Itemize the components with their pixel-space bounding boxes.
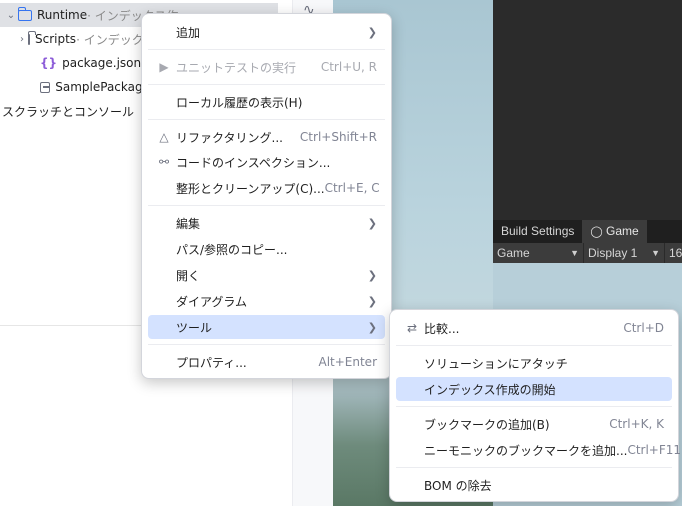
tab-game[interactable]: ◯ Game xyxy=(582,220,647,243)
json-braces-icon: {} xyxy=(40,56,58,70)
tree-item-sample-package[interactable]: SamplePackage xyxy=(0,75,150,99)
tree-item-sublabel: · インデックス xyxy=(76,32,150,47)
unity-tab-bar: Build Settings ◯ Game xyxy=(493,220,682,243)
chevron-right-icon: ❯ xyxy=(367,268,377,282)
menu-item-add[interactable]: 追加 ❯ xyxy=(148,20,385,44)
dropdown-arrow-icon: ▼ xyxy=(651,248,660,258)
menu-item-open[interactable]: 開く ❯ xyxy=(148,263,385,287)
tree-item-scratches[interactable]: スクラッチとコンソール xyxy=(0,99,150,123)
menu-separator xyxy=(148,84,385,85)
tools-submenu: ⇄ 比較... Ctrl+D ソリューションにアタッチ インデックス作成の開始 … xyxy=(389,309,681,502)
menu-separator xyxy=(396,345,672,346)
folder-icon xyxy=(28,30,36,45)
refactor-triangle-icon: △ xyxy=(159,130,169,144)
game-dropdown[interactable]: Game ▼ xyxy=(493,243,584,263)
chevron-right-icon[interactable]: › xyxy=(20,34,24,45)
menu-item-properties[interactable]: プロパティ... Alt+Enter xyxy=(148,350,385,374)
game-view-toolbar: Game ▼ Display 1 ▼ 16 xyxy=(493,243,682,263)
dropdown-arrow-icon: ▼ xyxy=(570,248,579,258)
chevron-right-icon: ❯ xyxy=(367,320,377,334)
menu-item-copy-path[interactable]: パス/参照のコピー... xyxy=(148,237,385,261)
menu-item-cleanup[interactable]: 整形とクリーンアップ(C)... Ctrl+E, C xyxy=(148,176,385,200)
tree-item-scripts[interactable]: › Scripts · インデックス xyxy=(0,27,150,51)
tree-item-package-json[interactable]: {} package.json · イ xyxy=(0,51,150,75)
menu-item-compare[interactable]: ⇄ 比較... Ctrl+D xyxy=(396,316,672,340)
tab-game-label: Game xyxy=(606,224,639,238)
menu-item-remove-bom[interactable]: BOM の除去 xyxy=(396,473,672,497)
chevron-right-icon: ❯ xyxy=(367,294,377,308)
menu-item-tools[interactable]: ツール ❯ xyxy=(148,315,385,339)
menu-separator xyxy=(148,119,385,120)
menu-item-edit[interactable]: 編集 ❯ xyxy=(148,211,385,235)
display-dropdown-label: Display 1 xyxy=(588,246,638,260)
resolution-dropdown-label: 16 xyxy=(669,246,682,260)
tab-build-settings[interactable]: Build Settings xyxy=(493,220,582,243)
play-icon: ▶ xyxy=(159,60,169,74)
inspection-bug-icon: ⚯ xyxy=(158,155,170,169)
resolution-dropdown[interactable]: 16 xyxy=(665,243,682,263)
display-dropdown[interactable]: Display 1 ▼ xyxy=(584,243,665,263)
compare-arrows-icon: ⇄ xyxy=(406,321,418,335)
tree-item-label: Runtime xyxy=(37,8,88,22)
tree-item-label: スクラッチとコンソール xyxy=(2,104,135,119)
game-dropdown-label: Game xyxy=(497,246,530,260)
tree-item-label: Scripts xyxy=(35,32,77,46)
context-menu: 追加 ❯ ▶ ユニットテストの実行 Ctrl+U, R ローカル履歴の表示(H)… xyxy=(141,13,392,379)
menu-separator xyxy=(148,49,385,50)
menu-item-code-inspection[interactable]: ⚯ コードのインスペクション... xyxy=(148,150,385,174)
menu-item-add-mnemonic-bookmark[interactable]: ニーモニックのブックマークを追加... Ctrl+F11 xyxy=(396,438,681,462)
menu-separator xyxy=(148,205,385,206)
menu-item-start-indexing[interactable]: インデックス作成の開始 xyxy=(396,377,672,401)
chevron-down-icon[interactable]: ⌄ xyxy=(4,10,18,21)
chevron-right-icon: ❯ xyxy=(367,216,377,230)
menu-item-refactoring[interactable]: △ リファクタリング... Ctrl+Shift+R xyxy=(148,125,385,149)
menu-separator xyxy=(396,467,672,468)
menu-item-local-history[interactable]: ローカル履歴の表示(H) xyxy=(148,90,385,114)
tree-item-label: SamplePackage xyxy=(55,80,150,94)
gamepad-icon: ◯ xyxy=(590,226,603,238)
menu-separator xyxy=(148,344,385,345)
folder-icon xyxy=(18,6,32,21)
menu-item-add-bookmark[interactable]: ブックマークの追加(B) Ctrl+K, K xyxy=(396,412,672,436)
chevron-right-icon: ❯ xyxy=(367,25,377,39)
menu-item-diagram[interactable]: ダイアグラム ❯ xyxy=(148,289,385,313)
menu-separator xyxy=(396,406,672,407)
menu-item-attach-to-solution[interactable]: ソリューションにアタッチ xyxy=(396,351,672,375)
tree-item-label: package.json xyxy=(62,56,142,70)
asmdef-file-icon xyxy=(40,81,51,93)
menu-item-run-unit-tests[interactable]: ▶ ユニットテストの実行 Ctrl+U, R xyxy=(148,55,385,79)
unity-panel xyxy=(493,0,682,220)
